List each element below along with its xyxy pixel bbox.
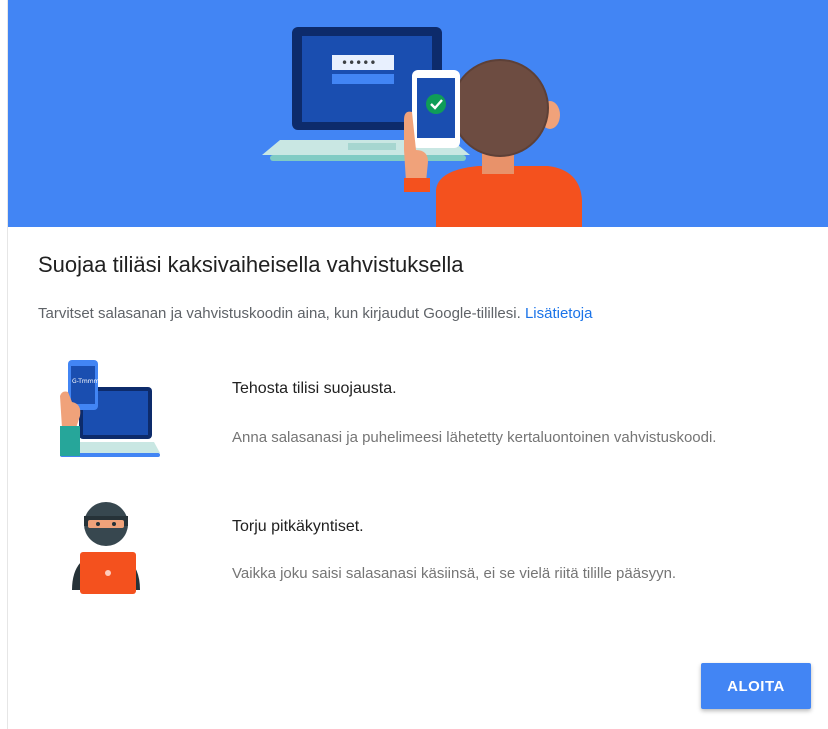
subtitle-text: Tarvitset salasanan ja vahvistuskoodin a… (38, 305, 521, 322)
learn-more-link[interactable]: Lisätietoja (525, 305, 593, 322)
person-sleeve (404, 178, 430, 192)
checkmark-icon (426, 94, 446, 114)
feature-description: Vaikka joku saisi salasanasi käsiinsä, e… (232, 565, 677, 582)
phone-laptop-icon: G-Tmmmn (60, 360, 160, 457)
feature-heading: Torju pitkäkyntiset. (232, 518, 364, 535)
phone-code-text: G-Tmmmn (72, 378, 103, 385)
hacker-icon (72, 502, 140, 594)
feature-description: Anna salasanasi ja puhelimeesi lähetetty… (232, 429, 717, 446)
start-button[interactable]: ALOITA (701, 663, 811, 709)
feature-heading: Tehosta tilisi suojausta. (232, 380, 397, 397)
laptop-trackpad (348, 143, 396, 150)
laptop-base (270, 155, 466, 161)
login-button-image (332, 74, 394, 84)
two-step-verification-card: ••••• Suojaa tiliäsi kaksivaiheisella va… (7, 0, 828, 729)
page-title: Suojaa tiliäsi kaksivaiheisella vahvistu… (38, 252, 464, 277)
hero-illustration: ••••• (262, 27, 582, 227)
page-subtitle: Tarvitset salasanan ja vahvistuskoodin a… (38, 305, 592, 322)
hero-banner: ••••• (8, 0, 828, 227)
person-shirt (436, 166, 582, 227)
password-mask: ••••• (341, 56, 376, 70)
